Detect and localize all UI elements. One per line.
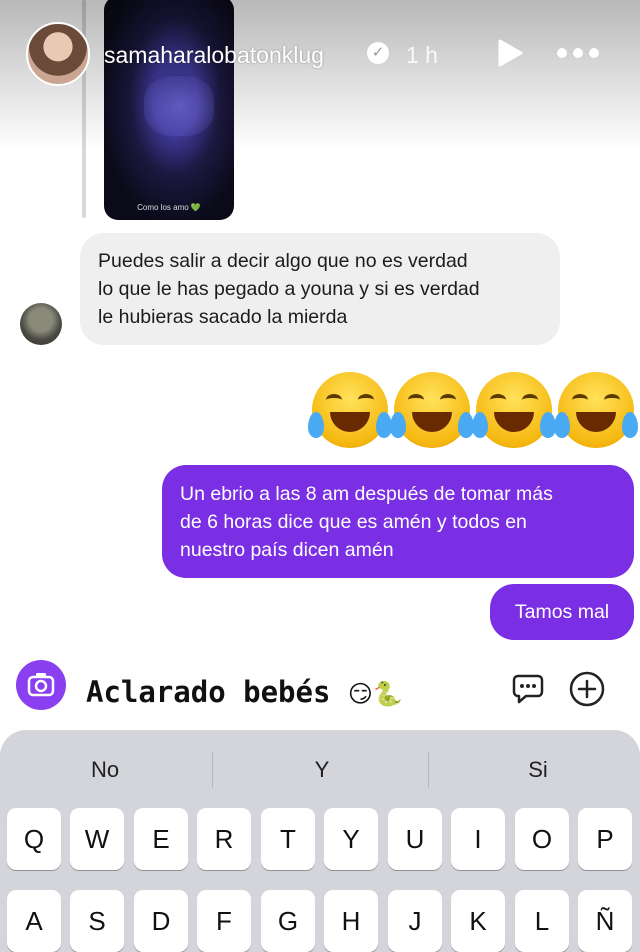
key-i[interactable]: I	[451, 808, 505, 870]
suggestion-no[interactable]: No	[5, 750, 205, 790]
camera-icon	[27, 673, 55, 697]
key-d[interactable]: D	[134, 890, 188, 952]
key-s[interactable]: S	[70, 890, 124, 952]
sent-message: Un ebrio a las 8 am después de tomar más…	[162, 465, 634, 578]
story-header: samaharalobatonklug ✓ 1 h	[0, 0, 640, 110]
key-q[interactable]: Q	[7, 808, 61, 870]
sent-message-short: Tamos mal	[490, 584, 634, 640]
key-l[interactable]: L	[515, 890, 569, 952]
key-h[interactable]: H	[324, 890, 378, 952]
suggestion-divider	[212, 752, 213, 788]
message-input[interactable]: Aclarado bebés 😏🐍	[72, 666, 492, 718]
message-input-emojis: 😏🐍	[347, 680, 403, 708]
username[interactable]: samaharalobatonklug	[104, 42, 324, 69]
tears-of-joy-emoji-icon	[472, 372, 556, 448]
message-line: Un ebrio a las 8 am después de tomar más	[180, 483, 553, 505]
profile-avatar[interactable]	[26, 22, 90, 86]
key-y[interactable]: Y	[324, 808, 378, 870]
suggestion-y[interactable]: Y	[222, 750, 422, 790]
post-time: 1 h	[406, 42, 438, 68]
message-line: Puedes salir a decir algo que no es verd…	[98, 250, 468, 272]
sender-avatar[interactable]	[20, 303, 62, 345]
verified-badge-icon: ✓	[367, 42, 389, 64]
add-icon[interactable]	[568, 670, 606, 708]
key-j[interactable]: J	[388, 890, 442, 952]
keyboard: No Y Si Q W E R T Y U I O P A S D F G H …	[0, 730, 640, 952]
suggestion-divider	[428, 752, 429, 788]
more-icon[interactable]	[556, 44, 600, 62]
key-a[interactable]: A	[7, 890, 61, 952]
suggestion-si[interactable]: Si	[438, 750, 638, 790]
camera-button[interactable]	[16, 660, 66, 710]
key-w[interactable]: W	[70, 808, 124, 870]
tears-of-joy-emoji-icon	[554, 372, 638, 448]
message-line: lo que le has pegado a youna y si es ver…	[98, 278, 480, 300]
key-g[interactable]: G	[261, 890, 315, 952]
key-e[interactable]: E	[134, 808, 188, 870]
play-icon[interactable]	[496, 38, 524, 68]
chat-icon[interactable]	[510, 670, 546, 706]
key-p[interactable]: P	[578, 808, 632, 870]
message-line: le hubieras sacado la mierda	[98, 306, 348, 328]
key-t[interactable]: T	[261, 808, 315, 870]
message-line: de 6 horas dice que es amén y todos en	[180, 511, 527, 533]
video-caption: Como los amo 💚	[137, 203, 201, 212]
key-f[interactable]: F	[197, 890, 251, 952]
key-o[interactable]: O	[515, 808, 569, 870]
received-message: Puedes salir a decir algo que no es verd…	[80, 233, 560, 345]
tears-of-joy-emoji-icon	[308, 372, 392, 448]
tears-of-joy-emoji-icon	[390, 372, 474, 448]
key-u[interactable]: U	[388, 808, 442, 870]
emoji-message	[300, 372, 638, 452]
key-k[interactable]: K	[451, 890, 505, 952]
message-line: nuestro país dicen amén	[180, 539, 394, 561]
message-input-text: Aclarado bebés	[86, 675, 331, 709]
key-n-tilde[interactable]: Ñ	[578, 890, 632, 952]
key-r[interactable]: R	[197, 808, 251, 870]
